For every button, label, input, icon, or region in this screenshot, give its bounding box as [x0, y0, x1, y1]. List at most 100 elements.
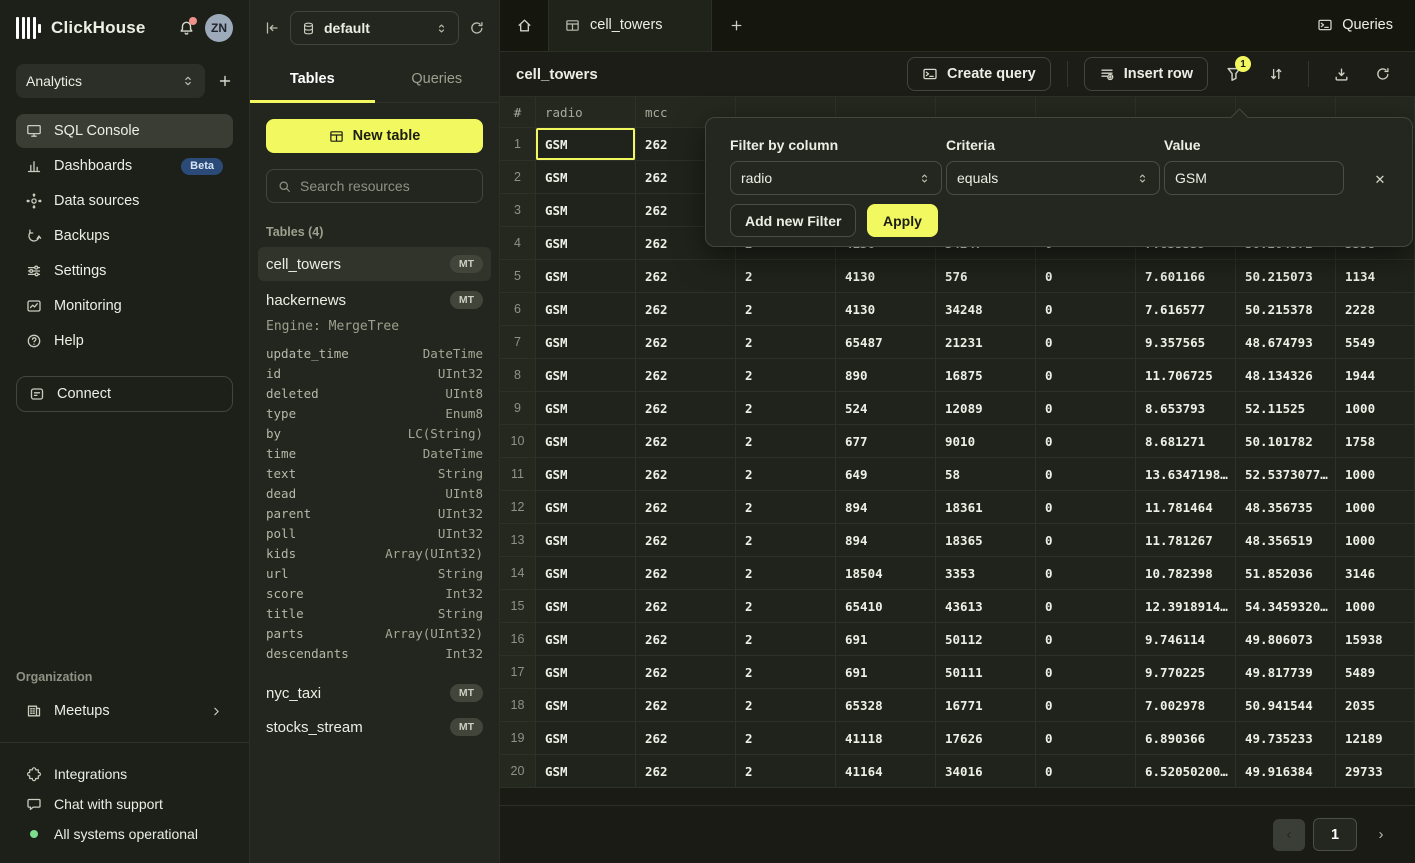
table-cell[interactable]: 18361 [936, 491, 1036, 524]
table-cell[interactable]: 262 [636, 458, 736, 491]
table-cell[interactable]: 0 [1036, 524, 1136, 557]
table-cell[interactable]: 54.3459320… [1236, 590, 1336, 623]
table-cell[interactable]: 0 [1036, 458, 1136, 491]
table-item-stocks-stream[interactable]: stocks_stream MT [258, 710, 491, 744]
table-cell[interactable]: 4130 [836, 260, 936, 293]
table-cell[interactable]: 2 [736, 590, 836, 623]
table-cell[interactable]: 6.52050200… [1136, 755, 1236, 788]
table-cell[interactable]: 2 [736, 359, 836, 392]
table-cell[interactable]: GSM [536, 755, 636, 788]
table-cell[interactable]: 890 [836, 359, 936, 392]
table-cell[interactable]: 1000 [1336, 491, 1415, 524]
remove-filter-button[interactable]: ✕ [1370, 170, 1390, 190]
table-cell[interactable]: 2 [736, 425, 836, 458]
table-cell[interactable]: 1758 [1336, 425, 1415, 458]
search-input[interactable] [300, 178, 472, 194]
queries-button[interactable]: Queries [1295, 0, 1415, 51]
table-cell[interactable]: 65410 [836, 590, 936, 623]
table-cell[interactable]: 50.215378 [1236, 293, 1336, 326]
table-cell[interactable]: 576 [936, 260, 1036, 293]
table-cell[interactable]: 21231 [936, 326, 1036, 359]
table-cell[interactable]: 2228 [1336, 293, 1415, 326]
value-input[interactable] [1175, 170, 1333, 186]
table-cell[interactable]: 18504 [836, 557, 936, 590]
table-cell[interactable]: 262 [636, 326, 736, 359]
table-cell[interactable]: 34016 [936, 755, 1036, 788]
table-cell[interactable]: GSM [536, 722, 636, 755]
table-cell[interactable]: 41118 [836, 722, 936, 755]
table-cell[interactable]: 262 [636, 656, 736, 689]
table-cell[interactable]: 262 [636, 689, 736, 722]
table-cell[interactable]: 0 [1036, 656, 1136, 689]
table-cell[interactable]: 49.735233 [1236, 722, 1336, 755]
tab-cell-towers[interactable]: cell_towers [548, 0, 712, 51]
table-cell[interactable]: 1000 [1336, 458, 1415, 491]
system-status[interactable]: All systems operational [0, 819, 249, 849]
sidebar-item-dashboards[interactable]: Dashboards Beta [16, 149, 233, 183]
table-cell[interactable]: 0 [1036, 425, 1136, 458]
next-page-button[interactable]: › [1365, 819, 1397, 851]
table-cell[interactable]: 65328 [836, 689, 936, 722]
table-cell[interactable]: 7.002978 [1136, 689, 1236, 722]
table-cell[interactable]: 1944 [1336, 359, 1415, 392]
filter-column-select[interactable]: radio [730, 161, 942, 195]
search-resources[interactable] [266, 169, 483, 203]
table-cell[interactable]: 894 [836, 524, 936, 557]
table-cell[interactable]: 2 [736, 623, 836, 656]
table-cell[interactable]: 649 [836, 458, 936, 491]
table-cell[interactable]: 524 [836, 392, 936, 425]
notifications-bell-icon[interactable] [178, 20, 195, 37]
table-cell[interactable]: 51.852036 [1236, 557, 1336, 590]
table-cell[interactable]: 0 [1036, 260, 1136, 293]
sidebar-item-chat-support[interactable]: Chat with support [0, 789, 249, 819]
table-cell[interactable]: 262 [636, 359, 736, 392]
sidebar-item-meetups[interactable]: Meetups [16, 694, 233, 728]
sidebar-item-monitoring[interactable]: Monitoring [16, 289, 233, 323]
table-cell[interactable]: 2 [736, 524, 836, 557]
table-cell[interactable]: 48.356519 [1236, 524, 1336, 557]
table-cell[interactable]: 2 [736, 722, 836, 755]
table-cell[interactable]: GSM [536, 425, 636, 458]
new-tab-button[interactable] [712, 0, 760, 51]
table-cell[interactable]: 12189 [1336, 722, 1415, 755]
create-query-button[interactable]: Create query [907, 57, 1051, 91]
table-cell[interactable]: 1134 [1336, 260, 1415, 293]
table-cell[interactable]: 16875 [936, 359, 1036, 392]
table-cell[interactable]: 65487 [836, 326, 936, 359]
table-item-cell-towers[interactable]: cell_towers MT [258, 247, 491, 281]
table-cell[interactable]: GSM [536, 260, 636, 293]
value-field[interactable] [1164, 161, 1344, 195]
table-cell[interactable]: 0 [1036, 491, 1136, 524]
prev-page-button[interactable]: ‹ [1273, 819, 1305, 851]
table-cell[interactable]: 0 [1036, 623, 1136, 656]
table-cell[interactable]: 12089 [936, 392, 1036, 425]
table-cell[interactable]: 10.782398 [1136, 557, 1236, 590]
table-cell[interactable]: 1000 [1336, 524, 1415, 557]
insert-row-button[interactable]: Insert row [1084, 57, 1208, 91]
table-cell[interactable]: 52.5373077… [1236, 458, 1336, 491]
table-cell[interactable]: GSM [536, 524, 636, 557]
table-cell[interactable]: 48.134326 [1236, 359, 1336, 392]
table-cell[interactable]: 58 [936, 458, 1036, 491]
table-cell[interactable]: 7.616577 [1136, 293, 1236, 326]
table-cell[interactable]: 49.806073 [1236, 623, 1336, 656]
table-cell[interactable]: GSM [536, 128, 636, 161]
table-cell[interactable]: 0 [1036, 326, 1136, 359]
table-cell[interactable]: GSM [536, 359, 636, 392]
table-cell[interactable]: 16771 [936, 689, 1036, 722]
table-cell[interactable]: 50112 [936, 623, 1036, 656]
sidebar-item-help[interactable]: Help [16, 324, 233, 358]
table-cell[interactable]: GSM [536, 194, 636, 227]
table-cell[interactable]: 3146 [1336, 557, 1415, 590]
table-cell[interactable]: 262 [636, 392, 736, 425]
table-cell[interactable]: 5549 [1336, 326, 1415, 359]
table-cell[interactable]: 48.356735 [1236, 491, 1336, 524]
table-cell[interactable]: 0 [1036, 557, 1136, 590]
sidebar-item-backups[interactable]: Backups [16, 219, 233, 253]
table-cell[interactable]: 29733 [1336, 755, 1415, 788]
table-cell[interactable]: 43613 [936, 590, 1036, 623]
table-cell[interactable]: 0 [1036, 293, 1136, 326]
table-cell[interactable]: 0 [1036, 722, 1136, 755]
table-cell[interactable]: 262 [636, 425, 736, 458]
table-cell[interactable]: 48.674793 [1236, 326, 1336, 359]
